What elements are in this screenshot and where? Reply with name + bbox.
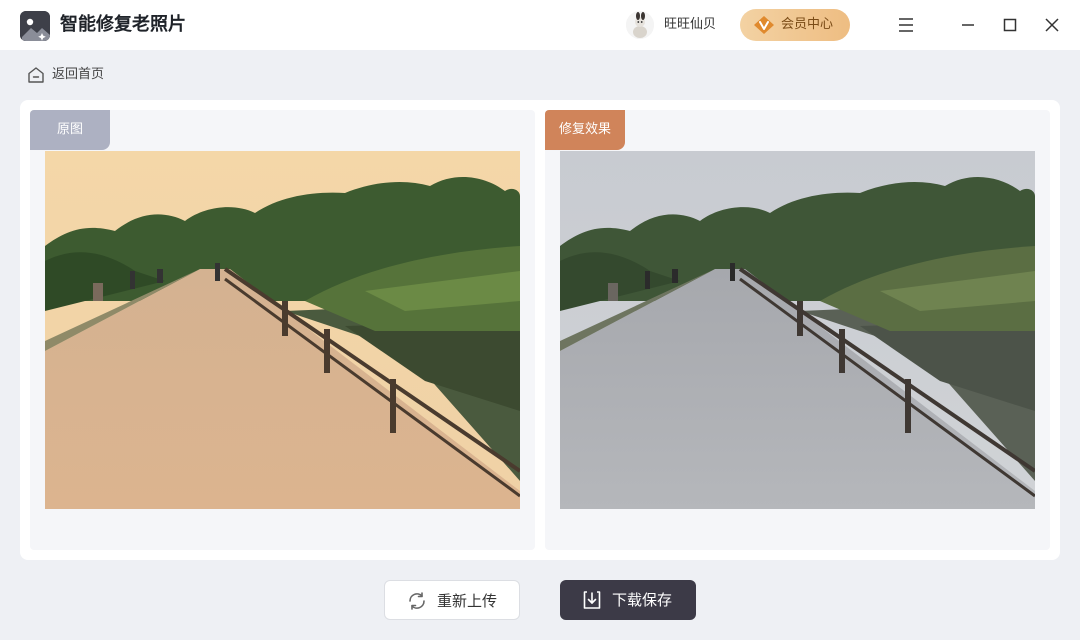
- back-home-label: 返回首页: [52, 67, 105, 82]
- download-save-label: 下载保存: [612, 591, 673, 609]
- vip-center-label: 会员中心: [781, 17, 834, 32]
- restored-tag: 修复效果: [545, 110, 625, 150]
- reupload-label: 重新上传: [437, 592, 498, 610]
- close-icon[interactable]: [1040, 13, 1064, 37]
- minimize-icon[interactable]: [956, 13, 980, 37]
- vip-center-button[interactable]: 会员中心: [740, 9, 850, 41]
- maximize-icon[interactable]: [998, 13, 1022, 37]
- download-save-button[interactable]: 下载保存: [560, 580, 696, 620]
- download-icon: [581, 589, 603, 611]
- compare-card: 原图 修复效果: [20, 100, 1060, 560]
- user-avatar[interactable]: [626, 11, 654, 39]
- vip-badge-icon: [754, 16, 774, 34]
- original-photo: [45, 151, 520, 509]
- restored-photo: [560, 151, 1035, 509]
- app-title: 智能修复老照片: [60, 14, 186, 35]
- original-tag: 原图: [30, 110, 110, 150]
- home-icon: [26, 65, 46, 85]
- original-panel: 原图: [30, 110, 535, 550]
- user-name[interactable]: 旺旺仙贝: [664, 16, 716, 34]
- reupload-button[interactable]: 重新上传: [384, 580, 520, 620]
- menu-icon[interactable]: [894, 13, 918, 37]
- refresh-icon: [406, 590, 428, 612]
- title-bar: 智能修复老照片 旺旺仙贝 会员中心: [0, 0, 1080, 50]
- restored-panel: 修复效果: [545, 110, 1050, 550]
- app-logo-icon: [20, 11, 50, 41]
